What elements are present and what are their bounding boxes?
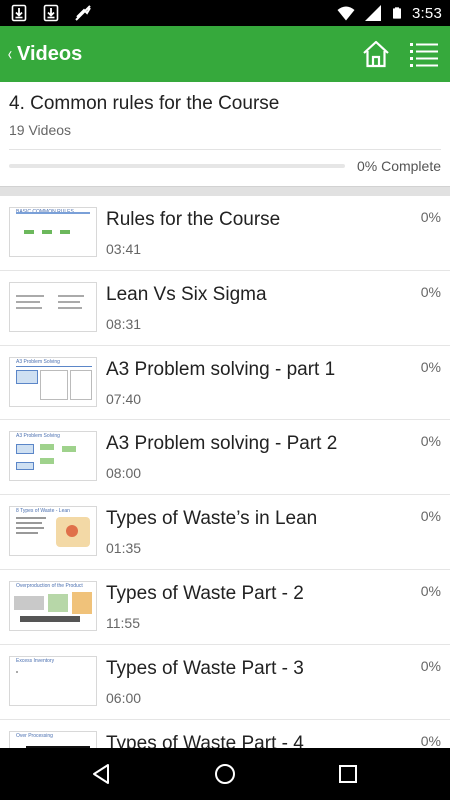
download-icon	[11, 4, 27, 22]
video-list-item[interactable]: Excess Inventory Types of Waste Part - 3 0…	[0, 645, 450, 720]
nav-back-button[interactable]	[78, 750, 126, 798]
nav-home-button[interactable]	[201, 750, 249, 798]
video-progress-percent: 0%	[420, 358, 441, 375]
video-progress-percent: 0%	[420, 508, 441, 525]
progress-track	[9, 164, 345, 168]
status-bar: 3:53	[0, 0, 450, 26]
video-list-item[interactable]: Lean Vs Six Sigma 08:31 0%	[0, 271, 450, 346]
video-thumbnail[interactable]: 8 Types of Waste - Lean	[9, 506, 97, 557]
video-title[interactable]: A3 Problem solving - Part 2	[106, 433, 337, 455]
video-thumbnail[interactable]: Overproduction of the Product	[9, 580, 97, 631]
recents-nav-icon	[339, 765, 358, 783]
video-progress-percent: 0%	[420, 732, 441, 748]
video-title[interactable]: A3 Problem solving - part 1	[106, 359, 335, 381]
video-title[interactable]: Lean Vs Six Sigma	[106, 284, 267, 306]
video-thumbnail[interactable]: A3 Problem Solving	[9, 356, 97, 407]
video-list-item[interactable]: Over Processing Types of Waste Part - 4 0%	[0, 720, 450, 748]
thumbnail-caption: 8 Types of Waste - Lean	[16, 508, 70, 515]
video-duration: 01:35	[106, 540, 142, 557]
thumbnail-caption: A3 Problem Solving	[16, 433, 60, 440]
video-thumbnail[interactable]: BASIC COMMON RULES	[9, 207, 97, 257]
back-chevron-icon[interactable]: ‹	[8, 44, 12, 65]
section-title: 4. Common rules for the Course	[9, 93, 280, 114]
video-thumbnail[interactable]: A3 Problem Solving	[9, 431, 97, 482]
cell-signal-icon	[365, 5, 381, 21]
status-right-icons: 3:53	[337, 4, 442, 22]
app-bar: ‹ Videos	[0, 26, 450, 82]
video-duration: 08:00	[106, 465, 142, 482]
video-progress-percent: 0%	[420, 657, 441, 674]
navigation-bar	[0, 748, 450, 800]
download-icon	[43, 4, 59, 22]
thumbnail-caption: A3 Problem Solving	[16, 358, 60, 365]
video-thumbnail[interactable]: Over Processing	[9, 730, 97, 748]
list-menu-button[interactable]	[404, 34, 444, 74]
status-left-icons	[10, 4, 92, 22]
progress-label: 0% Complete	[356, 158, 441, 174]
home-icon	[363, 40, 389, 68]
header-divider	[9, 149, 441, 150]
thumbnail-caption: Over Processing	[16, 732, 53, 739]
video-list-item[interactable]: BASIC COMMON RULES Rules for the Course 03…	[0, 196, 450, 271]
status-time: 3:53	[412, 4, 442, 22]
video-thumbnail[interactable]: Excess Inventory	[9, 655, 97, 706]
home-button[interactable]	[356, 34, 396, 74]
thumbnail-caption: Overproduction of the Product	[16, 582, 83, 589]
video-progress-percent: 0%	[420, 433, 441, 450]
divider-band	[0, 186, 450, 196]
video-list-item[interactable]: Overproduction of the Product Types of Wa…	[0, 570, 450, 645]
battery-icon	[393, 7, 401, 19]
video-count: 19 Videos	[9, 122, 72, 138]
video-progress-percent: 0%	[420, 582, 441, 599]
video-duration: 03:41	[106, 241, 142, 257]
video-duration: 08:31	[106, 315, 142, 332]
progress-row: 0% Complete	[9, 158, 441, 174]
video-duration: 11:55	[106, 614, 140, 631]
thumbnail-caption: Excess Inventory	[16, 657, 55, 664]
video-title[interactable]: Rules for the Course	[106, 209, 280, 231]
video-title[interactable]: Types of Waste Part - 2	[106, 583, 304, 605]
list-menu-icon	[410, 43, 438, 67]
home-nav-icon	[214, 764, 235, 784]
video-progress-percent: 0%	[420, 209, 441, 225]
app-title[interactable]: Videos	[17, 43, 348, 66]
back-nav-icon	[92, 764, 109, 784]
no-sync-icon	[75, 5, 91, 21]
video-list-item[interactable]: A3 Problem Solving A3 Problem solving - p…	[0, 346, 450, 421]
section-header: 4. Common rules for the Course 19 Videos…	[0, 82, 450, 186]
video-title[interactable]: Types of Waste Part - 3	[106, 658, 304, 680]
video-duration: 07:40	[106, 390, 142, 407]
video-list[interactable]: BASIC COMMON RULES Rules for the Course 03…	[0, 196, 450, 748]
video-progress-percent: 0%	[420, 283, 441, 300]
video-thumbnail[interactable]	[9, 281, 97, 332]
video-list-item[interactable]: 8 Types of Waste - Lean Types of Waste’s …	[0, 495, 450, 570]
video-list-item[interactable]: A3 Problem Solving A3 Problem solving - P…	[0, 420, 450, 496]
video-title[interactable]: Types of Waste’s in Lean	[106, 508, 317, 530]
video-duration: 06:00	[106, 689, 142, 706]
nav-recents-button[interactable]	[324, 750, 372, 798]
video-title[interactable]: Types of Waste Part - 4	[106, 733, 304, 748]
wifi-icon	[337, 6, 355, 21]
